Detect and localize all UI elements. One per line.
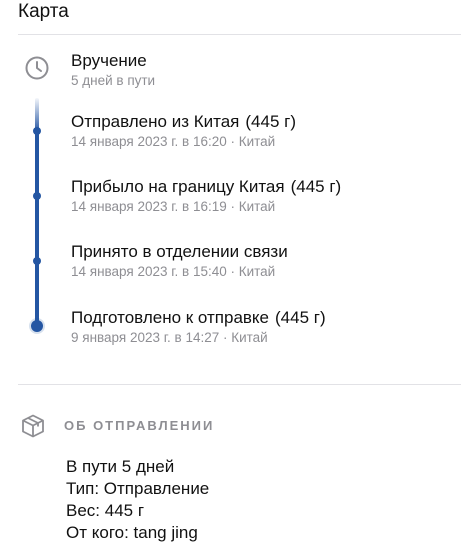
timeline-dot-origin: [31, 320, 43, 332]
event-title: Подготовлено к отправке: [71, 308, 270, 327]
tracking-event: Отправлено из Китая (445 г) 14 января 202…: [71, 111, 451, 151]
status-title: Вручение: [71, 51, 147, 70]
shipment-weight: Вес: 445 г: [66, 501, 145, 520]
transit-duration: В пути 5 дней: [66, 457, 175, 476]
timeline-dot: [33, 257, 41, 265]
status-subtitle: 5 дней в пути: [71, 73, 156, 88]
timeline-dot: [33, 192, 41, 200]
event-meta: 14 января 2023 г. в 16:19 · Китай: [71, 199, 276, 214]
event-title: Принято в отделении связи: [71, 242, 288, 261]
top-divider: [18, 34, 461, 35]
event-meta: 9 января 2023 г. в 14:27 · Китай: [71, 330, 268, 345]
timeline-track: [35, 128, 39, 326]
section-divider: [18, 384, 461, 385]
timeline-dot: [33, 127, 41, 135]
shipment-sender: От кого: tang jing: [66, 523, 198, 542]
event-meta: 14 января 2023 г. в 15:40 · Китай: [71, 264, 276, 279]
event-weight: (445 г): [275, 308, 326, 327]
event-meta: 14 января 2023 г. в 16:20 · Китай: [71, 134, 276, 149]
delivery-status: Вручение 5 дней в пути: [71, 50, 451, 90]
event-title: Отправлено из Китая: [71, 112, 240, 131]
section-heading: ОБ ОТПРАВЛЕНИИ: [64, 418, 215, 433]
tracking-event: Принято в отделении связи 14 января 2023…: [71, 241, 451, 281]
shipment-type: Тип: Отправление: [66, 479, 210, 498]
event-weight: (445 г): [245, 112, 296, 131]
map-link[interactable]: Карта: [18, 0, 69, 24]
event-title: Прибыло на границу Китая: [71, 177, 285, 196]
box-icon: [22, 414, 44, 438]
clock-icon: [25, 56, 49, 80]
tracking-event: Подготовлено к отправке (445 г) 9 января …: [71, 307, 451, 347]
timeline-track-fade: [35, 98, 39, 130]
event-weight: (445 г): [290, 177, 342, 196]
tracking-event: Прибыло на границу Китая (445 г) 14 январ…: [71, 176, 451, 216]
